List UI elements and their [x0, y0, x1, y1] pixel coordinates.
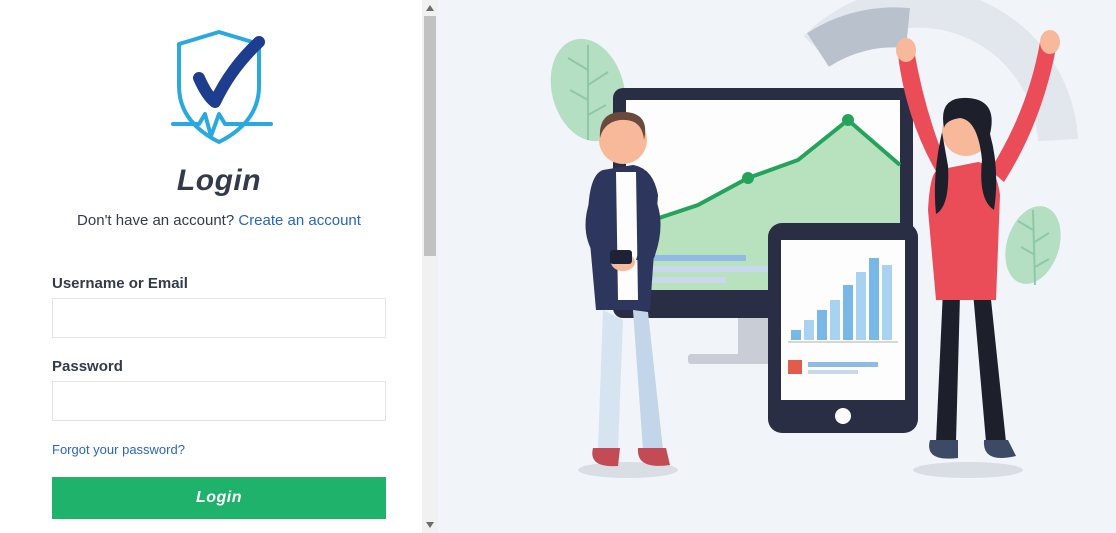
login-form: Username or Email Password Forgot your p…: [52, 275, 386, 519]
analytics-illustration-icon: [438, 0, 1116, 533]
password-label: Password: [52, 358, 386, 375]
scroll-down-button[interactable]: [422, 517, 438, 533]
password-input[interactable]: [52, 381, 386, 421]
login-button[interactable]: Login: [52, 477, 386, 519]
scroll-up-button[interactable]: [422, 0, 438, 16]
create-account-link[interactable]: Create an account: [238, 212, 361, 229]
hero-illustration: [438, 0, 1116, 533]
app-logo: [149, 24, 289, 154]
signup-prompt-text: Don't have an account?: [77, 212, 238, 229]
signup-prompt-row: Don't have an account? Create an account: [77, 212, 361, 229]
username-label: Username or Email: [52, 275, 386, 292]
login-panel: Login Don't have an account? Create an a…: [0, 0, 438, 533]
username-input[interactable]: [52, 298, 386, 338]
forgot-password-link[interactable]: Forgot your password?: [52, 442, 185, 457]
login-heading: Login: [177, 164, 261, 198]
scrollbar-thumb[interactable]: [424, 16, 436, 256]
scrollbar-track[interactable]: [422, 0, 438, 533]
